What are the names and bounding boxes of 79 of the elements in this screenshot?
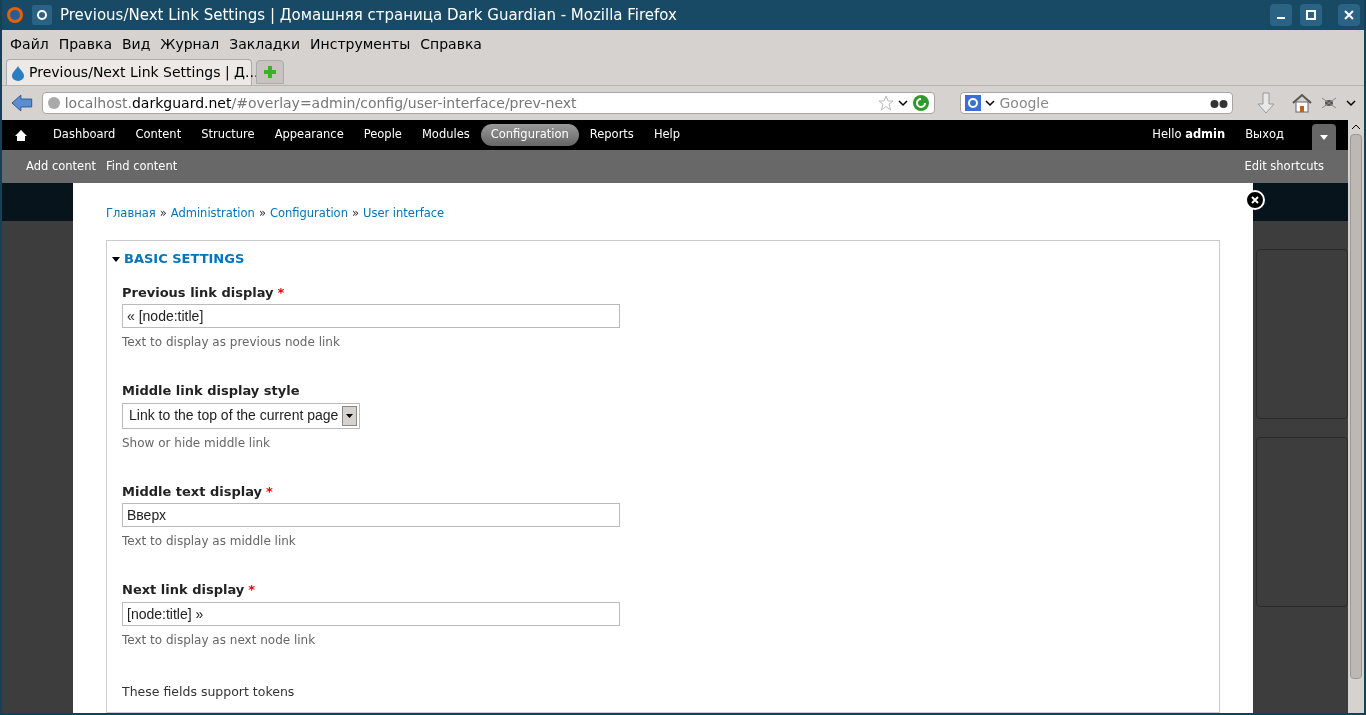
close-icon [1251, 196, 1259, 204]
admin-menu-link[interactable]: Structure [192, 124, 264, 146]
admin-menu-link[interactable]: Configuration [480, 124, 579, 146]
address-bar[interactable]: localhost.darkguard.net/#overlay=admin/config/user-interface/prev-next [41, 92, 935, 114]
reload-icon[interactable] [911, 94, 930, 112]
caret-icon [346, 413, 354, 418]
menu-item[interactable]: Справка [420, 33, 482, 55]
toggle-shortcuts-button[interactable] [1312, 124, 1336, 150]
logout-link[interactable]: Выход [1245, 126, 1284, 144]
breadcrumb-separator: » [159, 205, 167, 222]
edit-shortcuts-link[interactable]: Edit shortcuts [1244, 157, 1324, 176]
required-marker: * [277, 283, 285, 302]
breadcrumb-link[interactable]: User interface [363, 205, 445, 223]
token-note: These fields support tokens [122, 682, 296, 701]
field-label: Middle link display style [122, 382, 300, 401]
shortcut-link[interactable]: Find content [105, 157, 178, 176]
required-marker: * [266, 482, 273, 501]
breadcrumb-link[interactable]: Главная [106, 205, 156, 223]
admin-menu-link[interactable]: People [354, 124, 411, 146]
menu-item[interactable]: Закладки [229, 33, 301, 55]
dropdown-select[interactable]: Link to the top of the current page [122, 402, 361, 429]
minimize-button[interactable] [1270, 4, 1292, 26]
required-marker: * [248, 581, 256, 600]
window-title: Previous/Next Link Settings | Домашняя страница Dark Guardian - Mozilla Firefox [60, 4, 677, 26]
back-arrow-icon[interactable] [10, 93, 34, 113]
caret-icon [1320, 134, 1328, 140]
drop-icon [11, 64, 25, 81]
text-input-field[interactable]: [node:title] » [122, 601, 620, 626]
bug-icon[interactable] [1320, 95, 1339, 111]
menu-item[interactable]: Файл [10, 33, 49, 55]
text-input-field[interactable]: « [node:title] [122, 304, 620, 329]
field-label: Middle text display [122, 482, 263, 501]
field-description: Show or hide middle link [122, 434, 272, 452]
admin-menu-link[interactable]: Help [644, 124, 690, 146]
caret-icon[interactable] [985, 99, 996, 107]
caret-icon [112, 256, 120, 262]
shortcut-link[interactable]: Add content [26, 157, 96, 176]
breadcrumb-link[interactable]: Configuration [269, 205, 348, 223]
breadcrumb-separator: » [258, 205, 266, 222]
field-label: Next link display [122, 581, 245, 600]
admin-menu-link[interactable]: Modules [412, 124, 479, 146]
home-icon[interactable] [14, 128, 28, 142]
search-bar[interactable]: Google [960, 92, 1233, 114]
menu-item[interactable]: Инструменты [310, 33, 411, 55]
caret-icon[interactable] [1346, 99, 1356, 107]
menu-item[interactable]: Вид [121, 33, 151, 55]
globe-icon [46, 96, 61, 110]
fieldset-toggle[interactable]: BASIC SETTINGS [112, 249, 245, 269]
admin-menu-link[interactable]: Dashboard [44, 124, 125, 146]
maximize-icon [1306, 10, 1316, 20]
breadcrumb-link[interactable]: Administration [170, 205, 255, 223]
window-menu-icon[interactable] [32, 5, 52, 25]
minimize-icon [1277, 17, 1285, 19]
home-icon[interactable] [1290, 92, 1313, 114]
page-header-background [2, 183, 73, 221]
field-label: Previous link display [122, 283, 274, 302]
google-icon[interactable] [965, 95, 982, 111]
menu-item[interactable]: Правка [58, 33, 112, 55]
menu-item[interactable]: Журнал [160, 33, 220, 55]
maximize-button[interactable] [1300, 4, 1322, 26]
url-text: localhost.darkguard.net/#overlay=admin/config/user-interface/prev-next [64, 93, 578, 113]
admin-menu-link[interactable]: Content [126, 124, 191, 146]
close-icon [1344, 10, 1354, 20]
user-greeting: Hello admin [1152, 126, 1226, 144]
caret-icon[interactable] [897, 99, 908, 107]
scrollbar[interactable] [1348, 120, 1364, 713]
admin-menu-link[interactable]: Reports [580, 124, 643, 146]
binoculars-icon[interactable] [1209, 97, 1228, 109]
field-description: Text to display as middle link [122, 533, 297, 551]
admin-menu-link[interactable]: Appearance [265, 124, 353, 146]
close-button[interactable] [1338, 4, 1360, 26]
plus-icon [263, 65, 277, 79]
firefox-icon [6, 6, 24, 24]
field-description: Text to display as previous node link [122, 334, 341, 352]
search-field[interactable]: Google [999, 92, 1206, 114]
star-icon[interactable] [877, 95, 894, 111]
breadcrumb-separator: » [351, 205, 359, 222]
field-description: Text to display as next node link [122, 631, 317, 649]
text-input-field[interactable]: Вверх [122, 503, 620, 528]
